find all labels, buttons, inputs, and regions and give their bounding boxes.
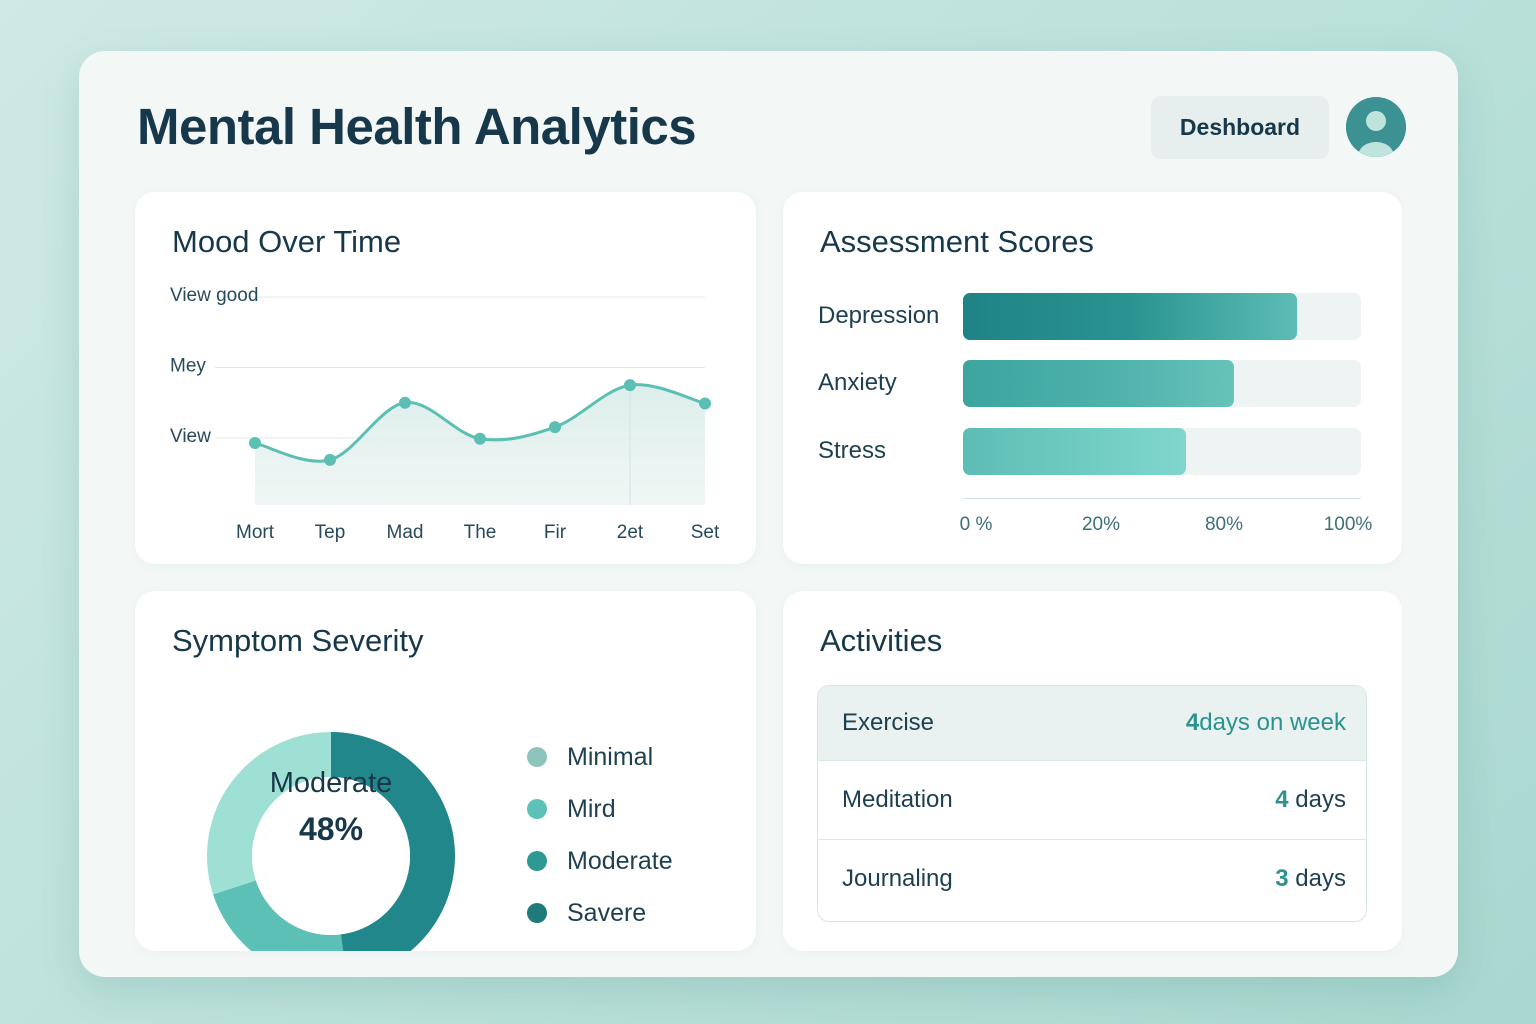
mood-area [255,384,705,505]
legend-item-mird[interactable]: Mird [527,794,616,824]
mood-point[interactable] [324,453,336,466]
mood-y-tick-label: View [170,426,211,447]
legend-swatch [527,851,547,871]
bar-depression[interactable] [963,293,1298,340]
mood-x-tick-label: Tep [315,522,346,543]
bar-anxiety[interactable] [963,360,1234,407]
legend-label: Moderate [567,846,673,875]
bar-track [963,360,1361,407]
symptom-severity-card: Symptom Severity Moderate 48% Minimal Mir… [135,591,756,951]
legend-label: Savere [567,898,647,927]
bar-track [963,428,1361,475]
activity-value: 3 days [1275,865,1346,893]
mood-point[interactable] [249,436,261,449]
bar-axis-tick-label: 100% [1323,514,1373,535]
mood-x-tick-label: The [464,522,497,543]
mood-over-time-card: Mood Over Time View good Mey View Mort Tep Ma… [135,192,756,564]
activities-table: Exercise 4days on week Meditation 4 days… [817,685,1367,922]
mood-point[interactable] [474,432,486,445]
mood-x-tick-label: Mort [236,522,275,543]
mood-point[interactable] [399,396,411,409]
activity-row-exercise[interactable]: Exercise 4days on week [818,686,1366,761]
legend-item-savere[interactable]: Savere [527,898,646,928]
assessment-scores-card: Assessment Scores Depression Anxiety Stres… [783,192,1402,564]
mood-x-tick-label: Set [691,522,720,543]
activity-unit: days [1288,786,1346,813]
bar-chart-axis-line [963,498,1361,499]
activity-unit: days [1288,865,1346,892]
scores-card-title: Assessment Scores [820,224,1094,259]
legend-swatch [527,747,547,767]
activities-card: Activities Exercise 4days on week Medita… [783,591,1402,951]
mood-x-tick-label: Mad [387,522,424,543]
user-avatar-icon [1346,97,1406,157]
mood-point[interactable] [699,397,711,410]
bar-track [963,293,1361,340]
activity-value: 4 days [1275,786,1346,814]
dashboard-frame: Mental Health Analytics Deshboard Mood O… [79,51,1458,977]
mood-x-tick-label: Fir [544,522,567,543]
legend-item-minimal[interactable]: Minimal [527,742,653,772]
legend-item-moderate[interactable]: Moderate [527,846,673,876]
legend-swatch [527,903,547,923]
legend-swatch [527,799,547,819]
activity-row-meditation[interactable]: Meditation 4 days [818,761,1366,840]
bar-stress[interactable] [963,428,1186,475]
activity-count: 4 [1185,709,1200,736]
mood-y-tick-label: View good [170,285,258,306]
dashboard-button[interactable]: Deshboard [1151,96,1329,159]
donut-center-value: 48% [298,811,364,847]
legend-label: Mird [567,794,616,823]
activity-row-journaling[interactable]: Journaling 3 days [818,840,1366,918]
activity-name: Exercise [842,709,935,736]
page-title: Mental Health Analytics [137,98,697,155]
mood-point[interactable] [624,379,636,392]
severity-donut-chart [207,732,455,951]
activity-name: Meditation [842,786,953,813]
avatar[interactable] [1346,97,1406,157]
activity-count: 4 [1275,786,1289,813]
legend-label: Minimal [567,742,654,771]
mood-line-chart: View good Mey View Mort Tep Mad The Fir 2et Set [170,285,720,543]
activity-count: 3 [1275,865,1289,892]
activity-value: 4days on week [1186,709,1346,737]
bar-label-anxiety: Anxiety [818,369,897,396]
donut-hole [252,777,410,935]
donut-center-label: Moderate [269,767,393,799]
mood-point[interactable] [549,421,561,434]
bar-label-stress: Stress [818,437,887,464]
mood-y-tick-label: Mey [170,356,206,377]
activities-card-title: Activities [820,623,943,658]
activity-unit: days on week [1199,709,1346,736]
bar-axis-tick-label: 20% [1081,514,1121,535]
activity-name: Journaling [842,865,953,892]
bar-label-depression: Depression [818,302,940,329]
bar-axis-tick-label: 80% [1204,514,1244,535]
bar-axis-tick-label: 0 % [959,514,993,535]
mood-x-tick-label: 2et [617,522,644,543]
